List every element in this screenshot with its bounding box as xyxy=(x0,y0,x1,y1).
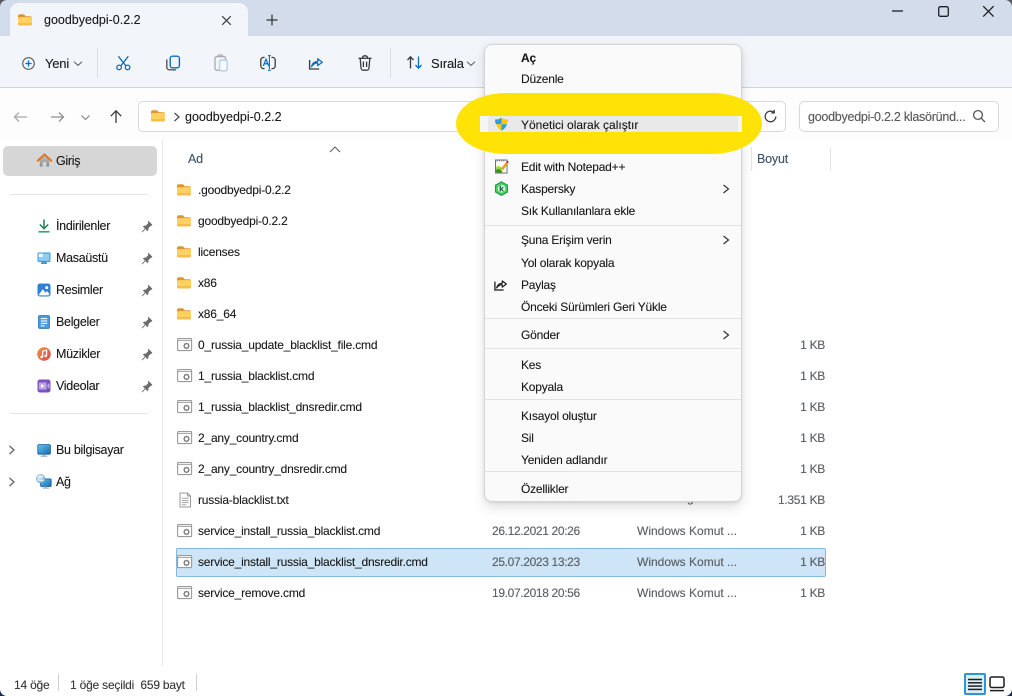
svg-text:k: k xyxy=(499,184,504,194)
